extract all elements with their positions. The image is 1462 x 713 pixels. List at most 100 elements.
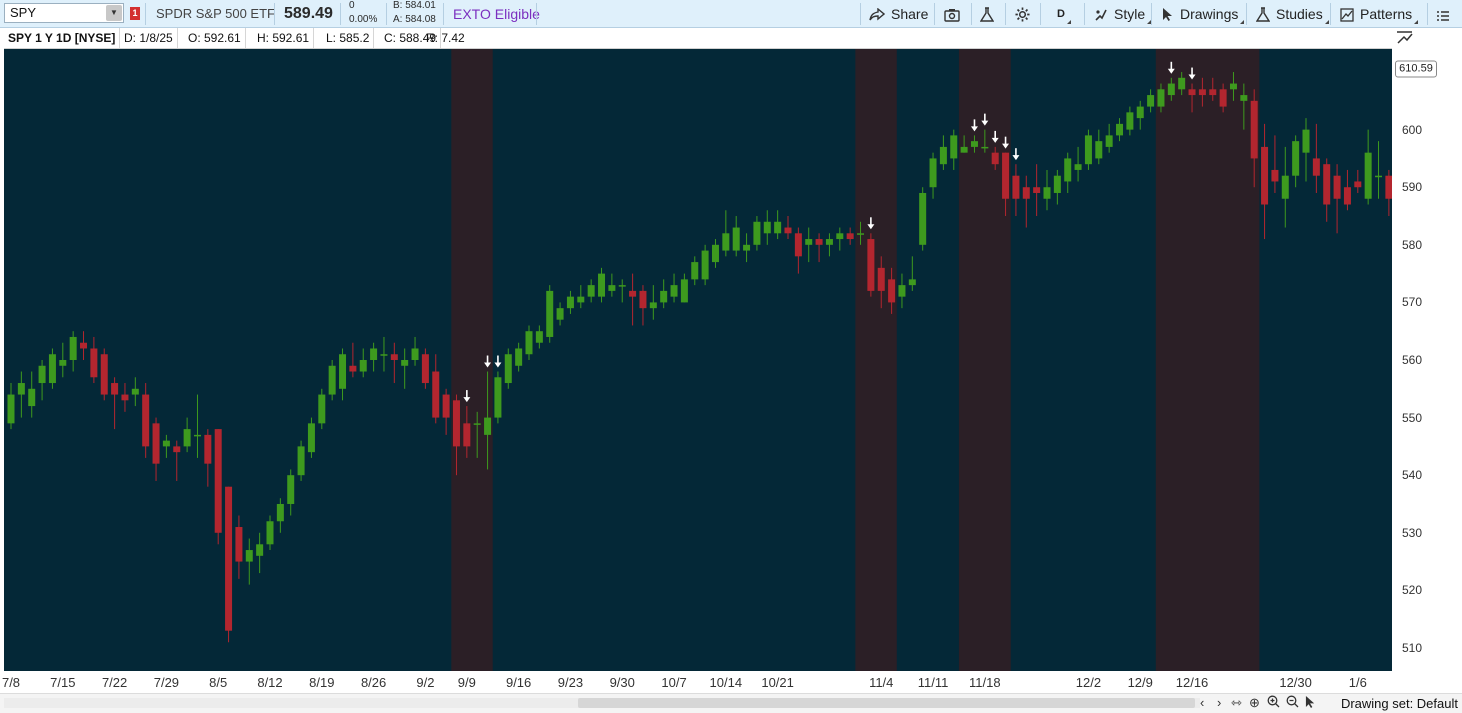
candle-body: [1074, 164, 1082, 170]
share-button[interactable]: Share: [869, 0, 928, 28]
candle-body: [69, 336, 77, 360]
list-menu-icon: [1437, 11, 1449, 21]
candle-body: [743, 244, 751, 251]
drawings-label: Drawings: [1180, 6, 1239, 22]
symbol-value: SPY: [10, 5, 37, 20]
expand-horizontal-icon[interactable]: ⇿: [1231, 695, 1242, 711]
y-tick-label: 580: [1402, 237, 1423, 252]
candle-body: [1292, 141, 1300, 176]
drawings-button[interactable]: Drawings: [1162, 0, 1245, 28]
symbol-description: SPDR S&P 500 ETF: [156, 6, 275, 21]
candle-body: [970, 141, 978, 147]
price-chart[interactable]: [4, 49, 1392, 671]
scroll-left-icon[interactable]: ‹: [1200, 695, 1204, 711]
candle-body: [1250, 100, 1258, 159]
drawing-set-label[interactable]: Drawing set: Default: [1341, 694, 1458, 713]
separator: [1330, 3, 1331, 25]
candle-body: [421, 354, 429, 384]
candle-body: [235, 527, 243, 562]
separator: [145, 3, 146, 25]
top-toolbar: SPY ▼ 1 SPDR S&P 500 ETF 589.49 0 0.00% …: [0, 0, 1462, 28]
zoom-out-icon[interactable]: [1286, 695, 1299, 712]
studies-button[interactable]: Studies: [1255, 0, 1329, 28]
menu-button[interactable]: [1437, 0, 1455, 28]
separator: [386, 3, 387, 25]
snapshot-button[interactable]: [944, 0, 966, 28]
x-tick-label: 11/18: [969, 675, 1001, 690]
candle-body: [452, 400, 460, 447]
settings-button[interactable]: [1015, 0, 1036, 28]
candle-body: [162, 440, 170, 447]
zoom-in-icon[interactable]: [1267, 695, 1280, 712]
x-tick-label: 11/11: [917, 675, 949, 690]
candle-body: [318, 394, 326, 424]
crosshair-icon[interactable]: ⊕: [1249, 695, 1260, 711]
y-tick-label: 550: [1402, 410, 1423, 425]
bottom-bar: ‹ › ⇿ ⊕ Drawing set: Default: [0, 693, 1462, 713]
y-tick-label: 570: [1402, 295, 1423, 310]
signal-arrow-icon: [1012, 155, 1020, 161]
candle-body: [1095, 141, 1103, 159]
candle-body: [629, 290, 637, 297]
exto-eligible-label[interactable]: EXTO Eligible: [453, 0, 540, 28]
patterns-button[interactable]: Patterns: [1340, 0, 1419, 28]
candle-body: [877, 267, 885, 291]
candle-body: [929, 158, 937, 188]
symbol-dropdown-icon[interactable]: ▼: [106, 5, 122, 21]
chart-title[interactable]: SPY 1 Y 1D [NYSE]: [4, 28, 121, 48]
candle-body: [960, 146, 968, 153]
time-axis[interactable]: 7/8 7/15 7/22 7/29 8/5 8/12 8/19 8/26 9/2 9/9 9/16…: [2, 671, 1392, 693]
candle-body: [587, 285, 595, 297]
separator: [274, 3, 275, 25]
candle-body: [618, 285, 626, 287]
candle-body: [349, 365, 357, 372]
candle-body: [442, 394, 450, 418]
candle-body: [390, 354, 398, 360]
candle-body: [1136, 106, 1144, 119]
price-axis[interactable]: 510520530540550560570580590600610610.59: [1392, 49, 1462, 671]
last-price: 589.49: [284, 5, 333, 22]
candle-body: [598, 273, 606, 297]
x-tick-label: 8/12: [257, 675, 283, 690]
candle-body: [1229, 83, 1237, 90]
candle-body: [266, 521, 274, 545]
candle-body: [1064, 158, 1072, 182]
candle-body: [48, 354, 56, 384]
candle-body: [639, 290, 647, 309]
symbol-input[interactable]: SPY ▼: [4, 3, 124, 23]
info-range: R: 7.42: [426, 31, 465, 45]
style-label: Style: [1114, 6, 1146, 22]
candle-body: [805, 239, 813, 245]
timeframe-label: D: [1057, 8, 1065, 20]
candle-body: [339, 354, 347, 389]
x-tick-label: 9/9: [457, 675, 476, 690]
gear-icon: [1015, 7, 1030, 22]
candle-body: [473, 423, 481, 425]
candle-body: [411, 348, 419, 360]
timeframe-button[interactable]: D: [1057, 0, 1071, 28]
candle-body: [214, 429, 222, 533]
candle-body: [173, 446, 181, 453]
thinklab-button[interactable]: [979, 0, 1000, 28]
chart-scrollbar-thumb[interactable]: [578, 698, 1195, 708]
y-tick-label: 590: [1402, 180, 1423, 195]
scroll-right-icon[interactable]: ›: [1217, 695, 1221, 711]
candle-body: [732, 227, 740, 251]
candle-body: [1209, 89, 1217, 96]
candle-body: [1053, 175, 1061, 193]
candle-body: [380, 354, 388, 356]
candle-body: [1219, 89, 1227, 107]
info-high: H: 592.61: [253, 28, 315, 48]
candle-body: [463, 423, 471, 447]
alert-badge[interactable]: 1: [130, 7, 140, 20]
candle-body: [1271, 169, 1279, 182]
y-tick-label: 540: [1402, 468, 1423, 483]
style-button[interactable]: Style: [1094, 0, 1152, 28]
price-marker-label: 610.59: [1395, 60, 1437, 78]
candle-body: [484, 417, 492, 435]
candle-body: [546, 290, 554, 337]
candle-body: [494, 377, 502, 418]
candle-body: [1167, 83, 1175, 96]
pointer-icon[interactable]: [1305, 695, 1316, 713]
chart-expand-icon[interactable]: [1396, 30, 1414, 51]
